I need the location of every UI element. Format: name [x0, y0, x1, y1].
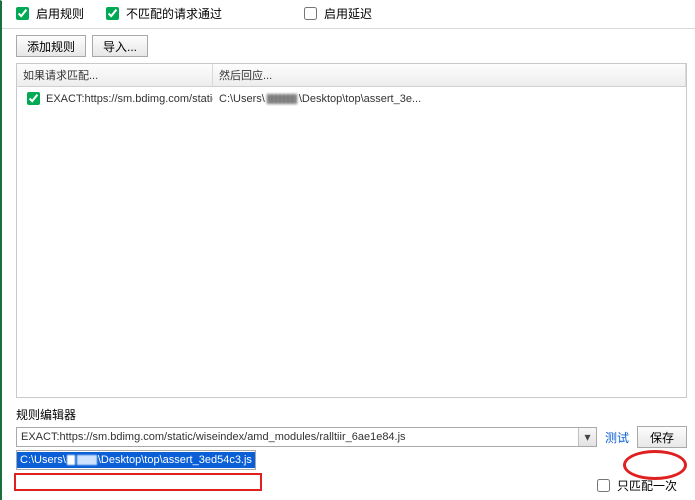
redacted-icon — [77, 455, 97, 465]
table-row[interactable]: EXACT:https://sm.bdimg.com/static/wisein… — [17, 87, 686, 110]
toolbar: 添加规则 导入... — [2, 29, 695, 63]
enable-delay-label: 启用延迟 — [324, 5, 372, 22]
redacted-icon — [67, 455, 75, 465]
rule-url-dropdown-button[interactable]: ▾ — [578, 428, 596, 446]
match-once-checkbox[interactable]: 只匹配一次 — [597, 477, 677, 494]
row-respond-prefix: C:\Users\ — [219, 93, 265, 105]
rule-url-input[interactable] — [17, 428, 578, 446]
test-link[interactable]: 测试 — [601, 429, 633, 446]
row-enable-checkbox[interactable] — [27, 92, 40, 105]
row-respond-cell: C:\Users\ \Desktop\top\assert_3e... — [213, 92, 686, 106]
rule-editor-label: 规则编辑器 — [16, 404, 687, 425]
rule-editor: 规则编辑器 ▾ 测试 保存 C:\Users\ \Desktop\top\asse… — [2, 402, 695, 477]
enable-delay-checkbox[interactable]: 启用延迟 — [304, 5, 372, 22]
match-once-label: 只匹配一次 — [617, 477, 677, 494]
column-header-match[interactable]: 如果请求匹配... — [17, 64, 213, 86]
redacted-icon — [267, 94, 297, 104]
path-seg2: \Desktop\top\assert_3ed54c3.js — [98, 454, 252, 466]
row-respond-suffix: \Desktop\top\assert_3e... — [299, 93, 421, 105]
chevron-down-icon: ▾ — [584, 430, 590, 444]
add-rule-button[interactable]: 添加规则 — [16, 35, 86, 57]
top-options-bar: 启用规则 不匹配的请求通过 启用延迟 — [2, 1, 695, 29]
save-button[interactable]: 保存 — [637, 426, 687, 448]
rules-list-body[interactable]: EXACT:https://sm.bdimg.com/static/wisein… — [17, 87, 686, 397]
column-header-respond[interactable]: 然后回应... — [213, 64, 686, 86]
row-match-text: EXACT:https://sm.bdimg.com/static/wisein… — [46, 93, 213, 105]
pass-unmatched-checkbox[interactable]: 不匹配的请求通过 — [106, 5, 222, 22]
footer: 只匹配一次 — [2, 477, 695, 500]
response-path-input[interactable]: C:\Users\ \Desktop\top\assert_3ed54c3.js — [16, 450, 256, 470]
enable-rules-checkbox[interactable]: 启用规则 — [16, 5, 84, 22]
rules-list: 如果请求匹配... 然后回应... EXACT:https://sm.bdimg… — [16, 63, 687, 398]
path-seg1: C:\Users\ — [20, 454, 66, 466]
import-button[interactable]: 导入... — [92, 35, 148, 57]
pass-unmatched-label: 不匹配的请求通过 — [126, 5, 222, 22]
enable-rules-label: 启用规则 — [36, 5, 84, 22]
rules-list-header: 如果请求匹配... 然后回应... — [17, 64, 686, 87]
rule-url-combo[interactable]: ▾ — [16, 427, 597, 447]
response-path-selected: C:\Users\ \Desktop\top\assert_3ed54c3.js — [17, 452, 255, 468]
row-match-cell: EXACT:https://sm.bdimg.com/static/wisein… — [17, 88, 213, 109]
